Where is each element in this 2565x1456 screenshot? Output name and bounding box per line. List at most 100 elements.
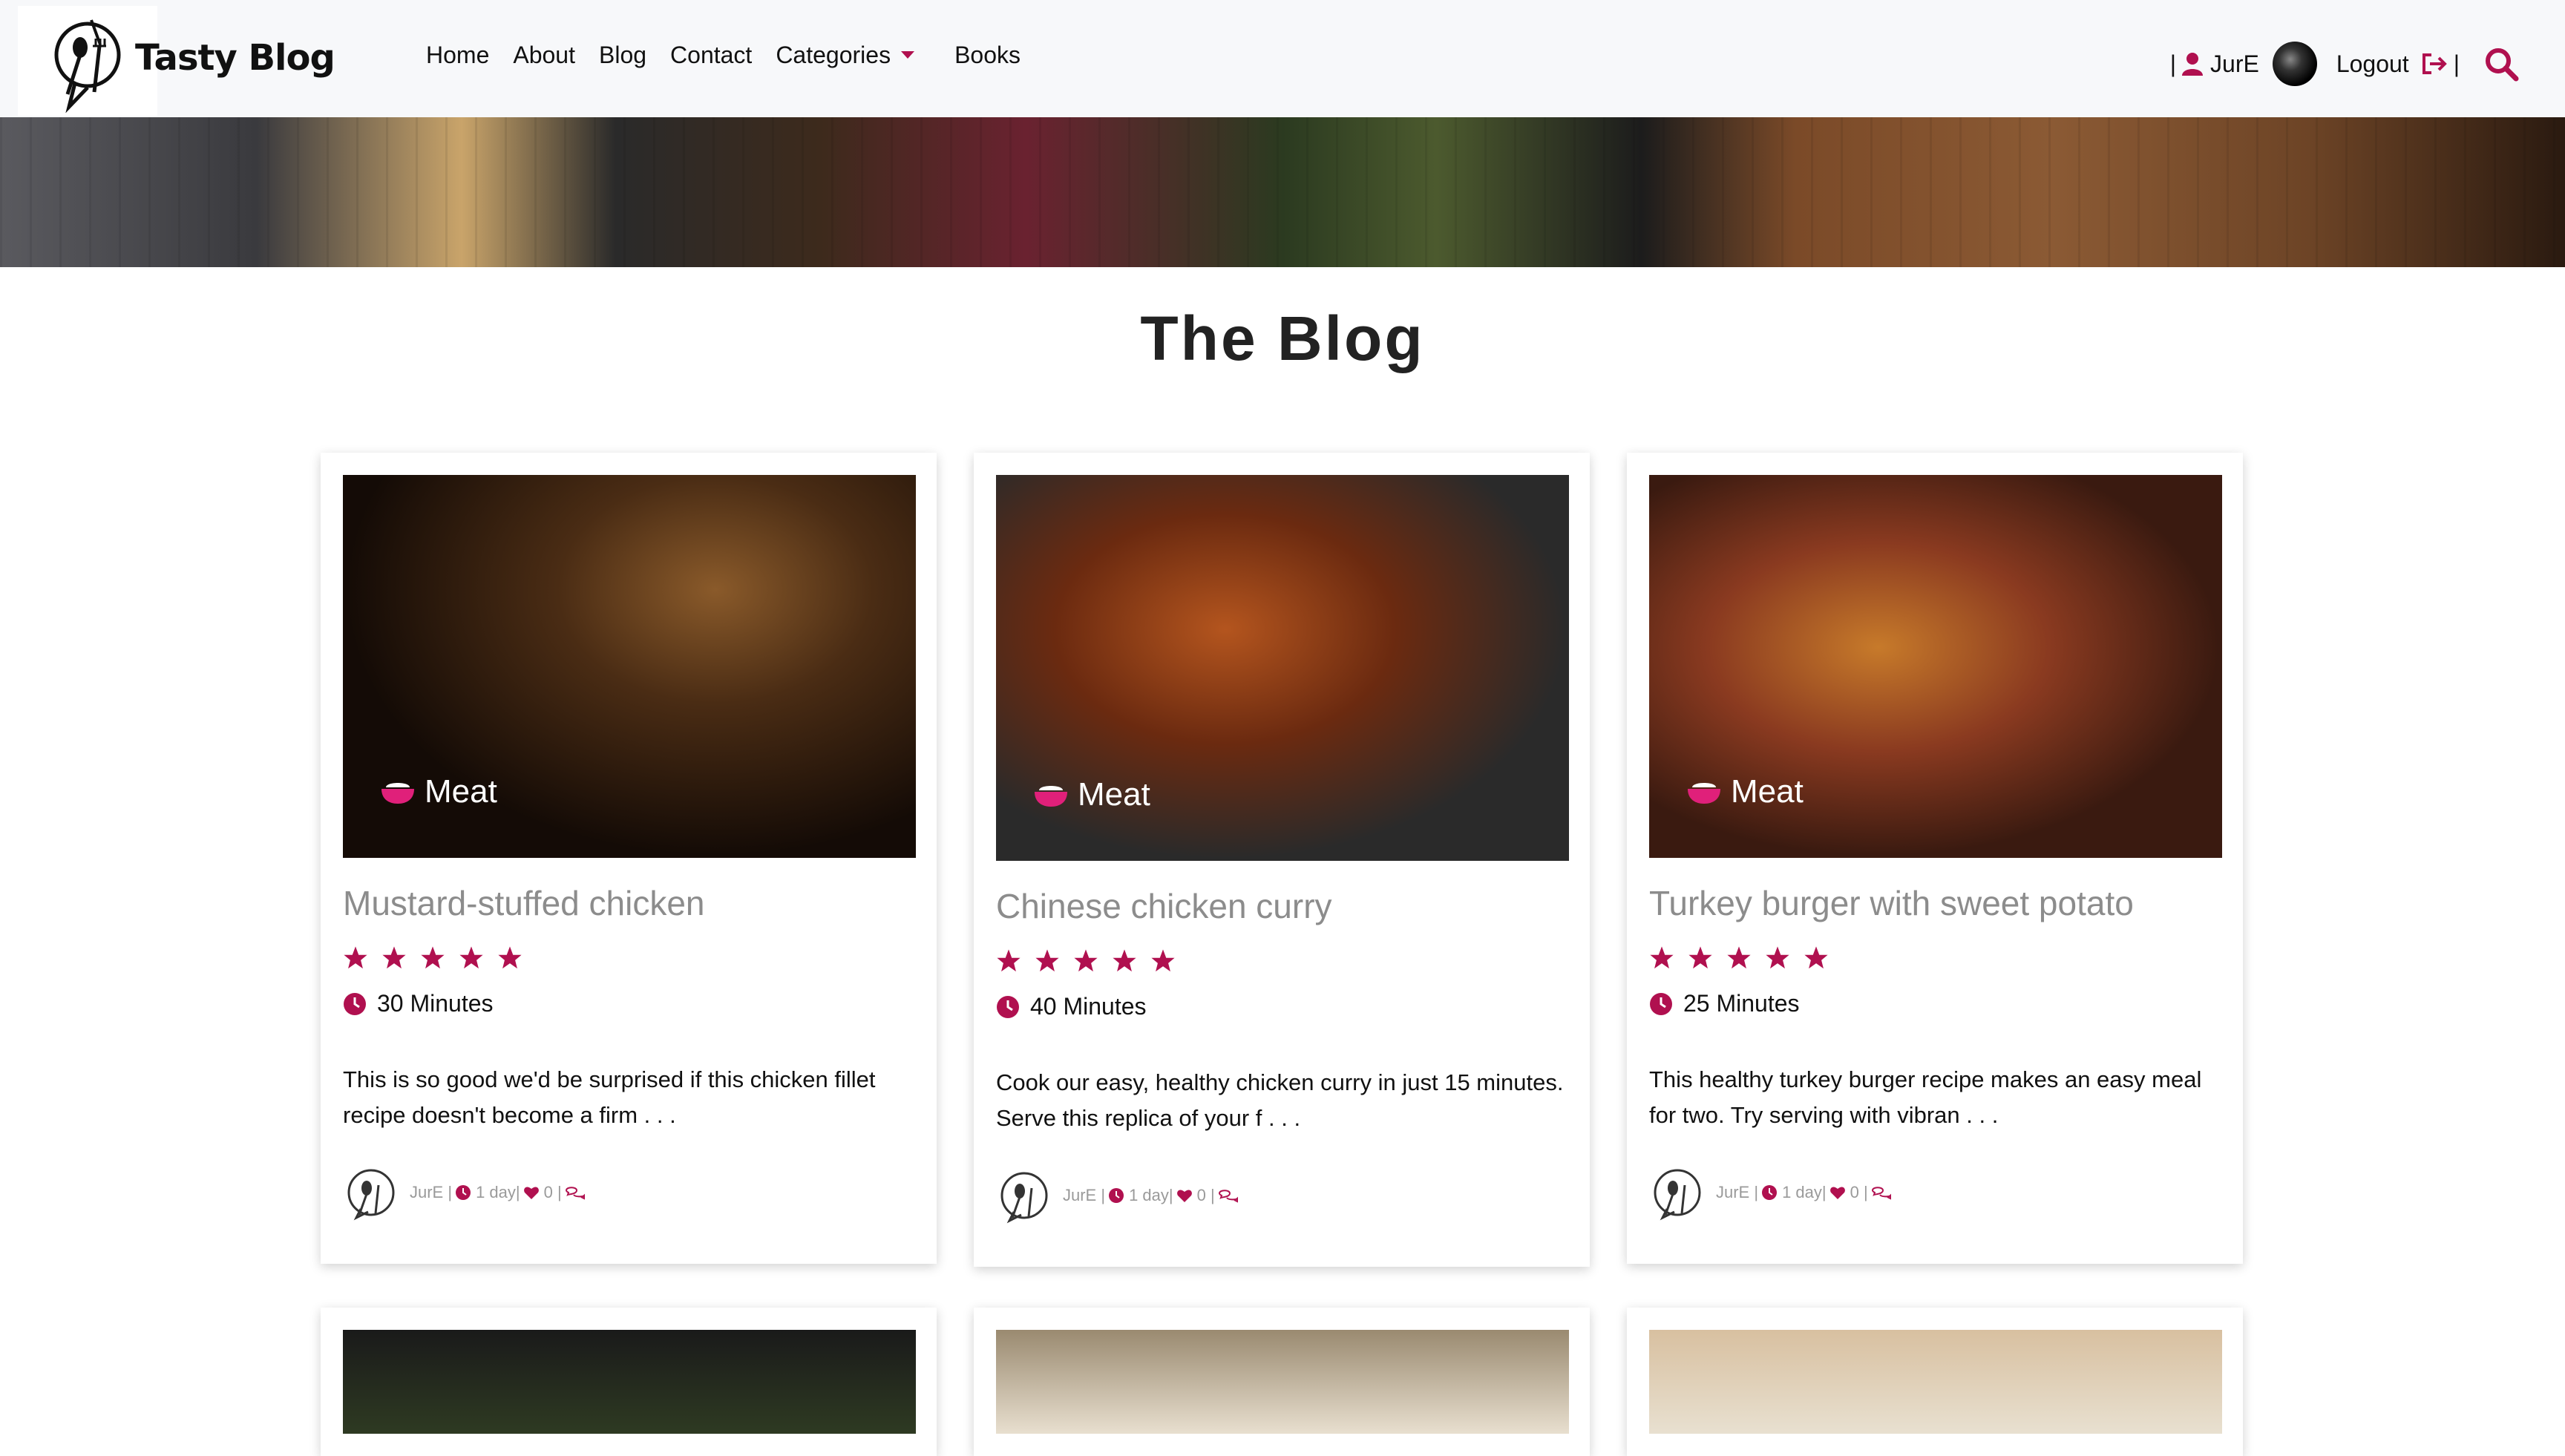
star-icon	[1727, 946, 1751, 969]
meta-divider: |	[1821, 1183, 1827, 1201]
rating-stars	[343, 945, 914, 971]
star-icon	[1804, 946, 1828, 969]
rating-stars	[996, 948, 1568, 974]
star-icon	[459, 946, 483, 969]
divider: |	[2169, 50, 2177, 77]
post-meta: JurE | 1 day | 0 |	[996, 1167, 1568, 1267]
nav-contact[interactable]: Contact	[670, 42, 752, 69]
star-icon	[382, 946, 406, 969]
recipe-image[interactable]	[343, 1330, 916, 1434]
clock-icon	[1109, 1188, 1124, 1203]
category-badge[interactable]: Meat	[1033, 776, 1150, 813]
star-icon	[1766, 946, 1789, 969]
meta-divider: |	[515, 1183, 520, 1201]
main-nav: Home About Blog Contact Categories Books	[426, 42, 1044, 69]
blog-card[interactable]	[321, 1308, 937, 1456]
author-name[interactable]: JurE	[1716, 1183, 1749, 1202]
cook-time-label: 30 Minutes	[377, 990, 494, 1017]
author-logo-icon	[1654, 1169, 1701, 1221]
posted-ago: 1 day	[1129, 1186, 1169, 1204]
cook-time-label: 40 Minutes	[1030, 993, 1147, 1020]
search-icon[interactable]	[2483, 46, 2519, 82]
blog-card[interactable]	[1627, 1308, 2243, 1456]
nav-about[interactable]: About	[513, 42, 575, 69]
meta-divider: |	[1168, 1186, 1173, 1204]
nav-categories-dropdown[interactable]: Categories	[776, 42, 915, 69]
hero-banner-image	[0, 117, 2565, 267]
star-icon	[421, 946, 445, 969]
comments-icon[interactable]	[1218, 1187, 1239, 1204]
blog-card[interactable]: Meat Chinese chicken curry 40 Minutes Co…	[974, 453, 1590, 1267]
recipe-image[interactable]	[1649, 1330, 2222, 1434]
brand-name[interactable]: Tasty Blog	[135, 37, 335, 79]
blog-card[interactable]: Meat Turkey burger with sweet potato 25 …	[1627, 453, 2243, 1264]
comments-icon[interactable]	[1871, 1184, 1892, 1201]
meta-divider: |	[1096, 1186, 1106, 1204]
category-badge[interactable]: Meat	[1686, 773, 1804, 810]
rating-stars	[1649, 945, 2221, 971]
star-icon	[1688, 946, 1712, 969]
chevron-down-icon	[901, 50, 915, 59]
recipe-title[interactable]: Mustard-stuffed chicken	[343, 883, 914, 923]
blog-card[interactable]	[974, 1308, 1590, 1456]
comments-icon[interactable]	[565, 1184, 586, 1201]
clock-icon	[1762, 1185, 1778, 1200]
recipe-title[interactable]: Chinese chicken curry	[996, 886, 1568, 926]
avatar[interactable]	[2272, 42, 2317, 86]
star-icon	[344, 946, 367, 969]
clock-icon	[344, 992, 366, 1015]
author-logo-icon	[1000, 1172, 1048, 1224]
username-link[interactable]: JurE	[2210, 50, 2259, 78]
cook-time: 30 Minutes	[343, 990, 914, 1017]
recipe-image[interactable]	[996, 1330, 1569, 1434]
nav-books[interactable]: Books	[954, 42, 1021, 69]
star-icon	[997, 949, 1021, 972]
heart-icon[interactable]	[1176, 1187, 1193, 1204]
recipe-excerpt: This healthy turkey burger recipe makes …	[1649, 1066, 2202, 1128]
heart-icon[interactable]	[523, 1184, 540, 1201]
top-navbar: Tasty Blog Home About Blog Contact Categ…	[0, 0, 2565, 117]
star-icon	[1035, 949, 1059, 972]
star-icon	[1650, 946, 1674, 969]
user-area: | JurE Logout |	[2164, 42, 2519, 86]
star-icon	[498, 946, 522, 969]
logout-icon[interactable]	[2421, 52, 2448, 76]
logout-link[interactable]: Logout	[2336, 50, 2409, 78]
posted-ago: 1 day	[476, 1183, 516, 1201]
nav-categories-label: Categories	[776, 42, 891, 68]
category-label: Meat	[425, 773, 497, 810]
category-label: Meat	[1731, 773, 1804, 810]
author-logo-icon	[347, 1169, 395, 1221]
recipe-image[interactable]: Meat	[343, 475, 916, 858]
divider: |	[2453, 50, 2460, 77]
recipe-excerpt: This is so good we'd be surprised if thi…	[343, 1066, 876, 1128]
like-count: 0	[1850, 1183, 1859, 1201]
recipe-excerpt: Cook our easy, healthy chicken curry in …	[996, 1069, 1564, 1131]
heart-icon[interactable]	[1829, 1184, 1846, 1201]
like-count: 0	[543, 1183, 553, 1201]
bowl-icon	[1035, 786, 1067, 807]
recipe-image[interactable]: Meat	[996, 475, 1569, 861]
meta-divider: |	[1749, 1183, 1759, 1201]
recipe-title[interactable]: Turkey burger with sweet potato	[1649, 883, 2221, 923]
category-badge[interactable]: Meat	[380, 773, 497, 810]
author-name[interactable]: JurE	[1063, 1186, 1096, 1205]
star-icon	[1074, 949, 1098, 972]
recipe-image[interactable]: Meat	[1649, 475, 2222, 858]
cook-time: 25 Minutes	[1649, 990, 2221, 1017]
user-icon	[2182, 53, 2204, 76]
star-icon	[1151, 949, 1175, 972]
post-meta: JurE | 1 day | 0 |	[1649, 1164, 2221, 1264]
bowl-icon	[381, 783, 414, 804]
meta-divider: |	[443, 1183, 453, 1201]
cook-time: 40 Minutes	[996, 993, 1568, 1020]
nav-home[interactable]: Home	[426, 42, 489, 69]
clock-icon	[997, 995, 1019, 1018]
cook-time-label: 25 Minutes	[1683, 990, 1800, 1017]
bowl-icon	[1688, 783, 1720, 804]
like-count: 0	[1196, 1186, 1206, 1204]
clock-icon	[456, 1185, 471, 1200]
nav-blog[interactable]: Blog	[599, 42, 646, 69]
author-name[interactable]: JurE	[410, 1183, 443, 1202]
blog-card[interactable]: Meat Mustard-stuffed chicken 30 Minutes …	[321, 453, 937, 1264]
